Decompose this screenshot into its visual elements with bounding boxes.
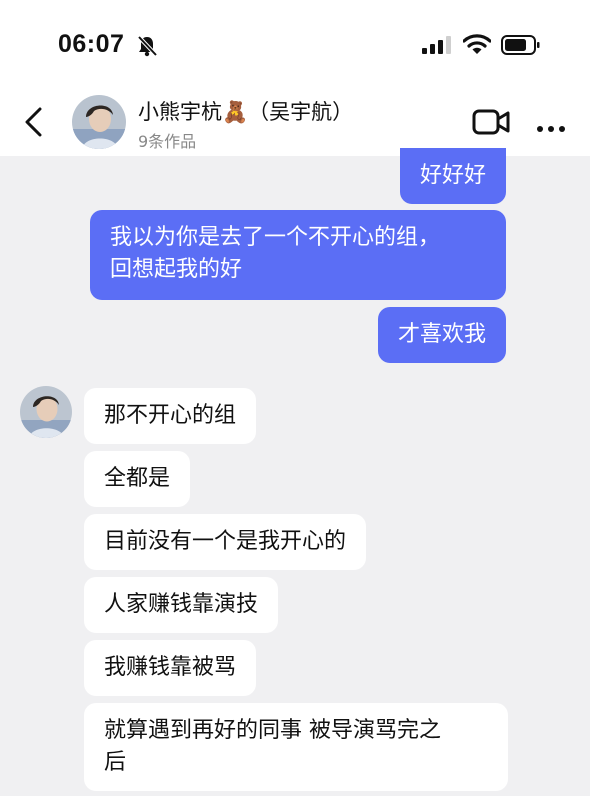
status-bar: 06:07 <box>0 0 590 88</box>
status-time: 06:07 <box>58 30 125 58</box>
incoming-message[interactable]: 我赚钱靠被骂 <box>84 640 257 696</box>
chat-header: 小熊宇杭🧸（吴宇航） 9条作品 <box>0 88 590 156</box>
incoming-message[interactable]: 全都是 <box>84 451 191 507</box>
battery-icon <box>501 35 541 59</box>
outgoing-message[interactable]: 好好好 <box>399 148 506 204</box>
video-camera-icon[interactable] <box>472 108 510 140</box>
more-dots-icon[interactable] <box>536 118 566 137</box>
contact-subtitle[interactable]: 9条作品 <box>138 128 196 152</box>
incoming-message[interactable]: 人家赚钱靠演技 <box>84 577 279 633</box>
chevron-left-icon[interactable] <box>22 106 46 142</box>
outgoing-message[interactable]: 才喜欢我 <box>377 307 506 363</box>
outgoing-message[interactable]: 我以为你是去了一个不开心的组， 回想起我的好 <box>90 210 506 300</box>
sender-avatar[interactable] <box>20 386 72 438</box>
incoming-message[interactable]: 就算遇到再好的同事 被导演骂完之 后 <box>84 703 508 791</box>
contact-avatar[interactable] <box>72 95 126 149</box>
incoming-message[interactable]: 那不开心的组 <box>84 388 257 444</box>
signal-icon <box>422 36 452 58</box>
contact-name: 小熊宇杭🧸（吴宇航） <box>138 100 354 124</box>
incoming-message[interactable]: 目前没有一个是我开心的 <box>84 514 367 570</box>
mute-bell-icon <box>136 35 158 61</box>
wifi-icon <box>462 34 492 59</box>
